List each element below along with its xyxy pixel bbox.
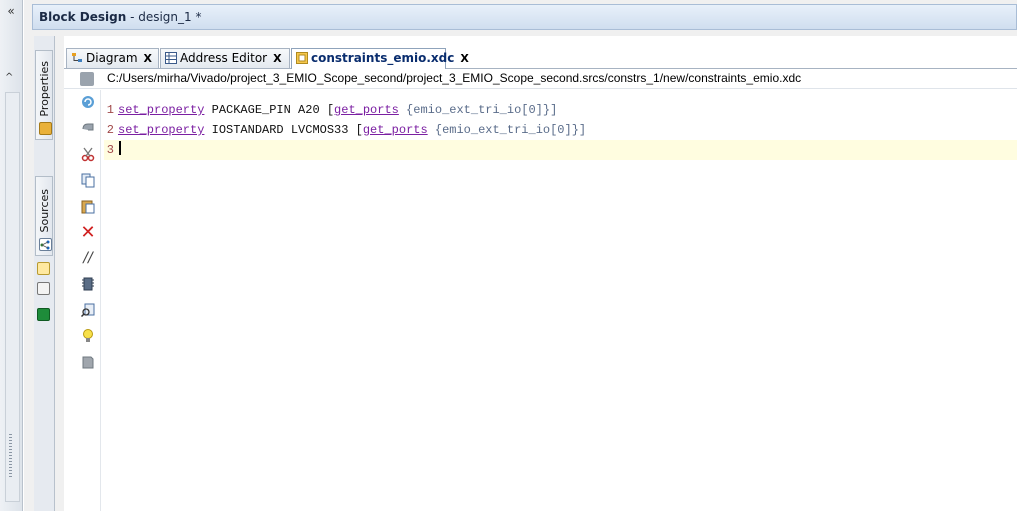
line-number: 1 xyxy=(106,103,114,117)
templates-icon[interactable] xyxy=(37,282,50,295)
address-editor-icon xyxy=(165,51,177,64)
text-caret xyxy=(119,141,121,155)
window-subtitle: - design_1 * xyxy=(126,10,202,24)
sources-icon xyxy=(39,238,52,251)
tab-constraints-emio-xdc[interactable]: constraints_emio.xdc X xyxy=(291,48,469,69)
tab-constraints-emio-xdc-label: constraints_emio.xdc xyxy=(311,51,455,65)
file-path: C:/Users/mirha/Vivado/project_3_EMIO_Sco… xyxy=(107,71,802,85)
tab-address-editor[interactable]: Address Editor X xyxy=(160,48,290,68)
document-pane: Diagram X Address Editor X constraints_emi… xyxy=(64,36,1017,511)
delete-icon[interactable]: ✕ xyxy=(80,222,96,243)
code-tail: {emio_ext_tri_io[0]}] xyxy=(427,123,587,137)
find-icon[interactable] xyxy=(80,302,96,318)
file-path-bar: C:/Users/mirha/Vivado/project_3_EMIO_Sco… xyxy=(64,70,1017,89)
code-command: set_property xyxy=(118,123,205,137)
editor-toolbar: ✕ // xyxy=(76,90,101,511)
close-icon[interactable]: X xyxy=(144,50,152,68)
scroll-up-icon[interactable]: ^ xyxy=(5,72,13,83)
tab-diagram[interactable]: Diagram X xyxy=(66,48,159,68)
code-tail: {emio_ext_tri_io[0]}] xyxy=(398,103,558,117)
paste-icon[interactable] xyxy=(80,198,96,214)
window-title-bar: Block Design - design_1 * xyxy=(32,4,1017,30)
block-design-window: Block Design - design_1 * Properties Sou… xyxy=(24,0,1017,511)
line-number: 3 xyxy=(106,143,114,157)
diagram-icon xyxy=(71,51,83,63)
side-tab-sources-label: Sources xyxy=(38,189,51,233)
code-args: PACKAGE_PIN A20 [ xyxy=(204,103,335,117)
side-tab-strip: Properties Sources xyxy=(34,36,55,511)
side-tab-sources[interactable]: Sources xyxy=(35,176,53,256)
insert-template-icon[interactable] xyxy=(80,276,96,292)
code-editor[interactable]: 1 set_property PACKAGE_PIN A20 [get_ports… xyxy=(104,90,1017,511)
close-icon[interactable]: X xyxy=(273,50,281,68)
cut-icon[interactable] xyxy=(80,146,96,162)
comment-icon[interactable]: // xyxy=(80,250,96,266)
code-args: IOSTANDARD LVCMOS33 [ xyxy=(204,123,363,137)
line-number: 2 xyxy=(106,123,114,137)
signals-icon[interactable] xyxy=(37,308,50,321)
side-tab-properties[interactable]: Properties xyxy=(35,50,53,140)
left-collapsed-strip: « ^ xyxy=(0,0,23,511)
code-command: set_property xyxy=(118,103,205,117)
tab-diagram-label: Diagram xyxy=(86,51,138,65)
close-icon[interactable]: X xyxy=(460,50,468,68)
resize-grip[interactable] xyxy=(9,434,12,478)
hint-icon[interactable] xyxy=(80,328,96,344)
side-tab-properties-label: Properties xyxy=(38,61,51,117)
left-scrollbar[interactable] xyxy=(5,92,20,502)
collapse-panel-icon[interactable]: « xyxy=(3,4,19,20)
toggle-icon[interactable] xyxy=(80,354,96,370)
code-command: get_ports xyxy=(334,103,399,117)
document-tab-bar: Diagram X Address Editor X constraints_emi… xyxy=(64,46,1017,69)
code-command: get_ports xyxy=(362,123,428,137)
code-line[interactable]: 2 set_property IOSTANDARD LVCMOS33 [get_p… xyxy=(104,120,1017,140)
window-title: Block Design xyxy=(39,10,127,24)
xdc-file-icon xyxy=(296,51,308,64)
code-line[interactable]: 1 set_property PACKAGE_PIN A20 [get_ports… xyxy=(104,100,1017,120)
copy-icon[interactable] xyxy=(80,172,96,188)
undo-icon[interactable] xyxy=(80,120,96,136)
save-icon[interactable] xyxy=(80,72,94,86)
libraries-icon[interactable] xyxy=(37,262,50,275)
code-line-current[interactable]: 3 xyxy=(104,140,1017,160)
tab-address-editor-label: Address Editor xyxy=(180,51,268,65)
properties-icon xyxy=(39,122,52,135)
reload-icon[interactable] xyxy=(80,94,96,110)
